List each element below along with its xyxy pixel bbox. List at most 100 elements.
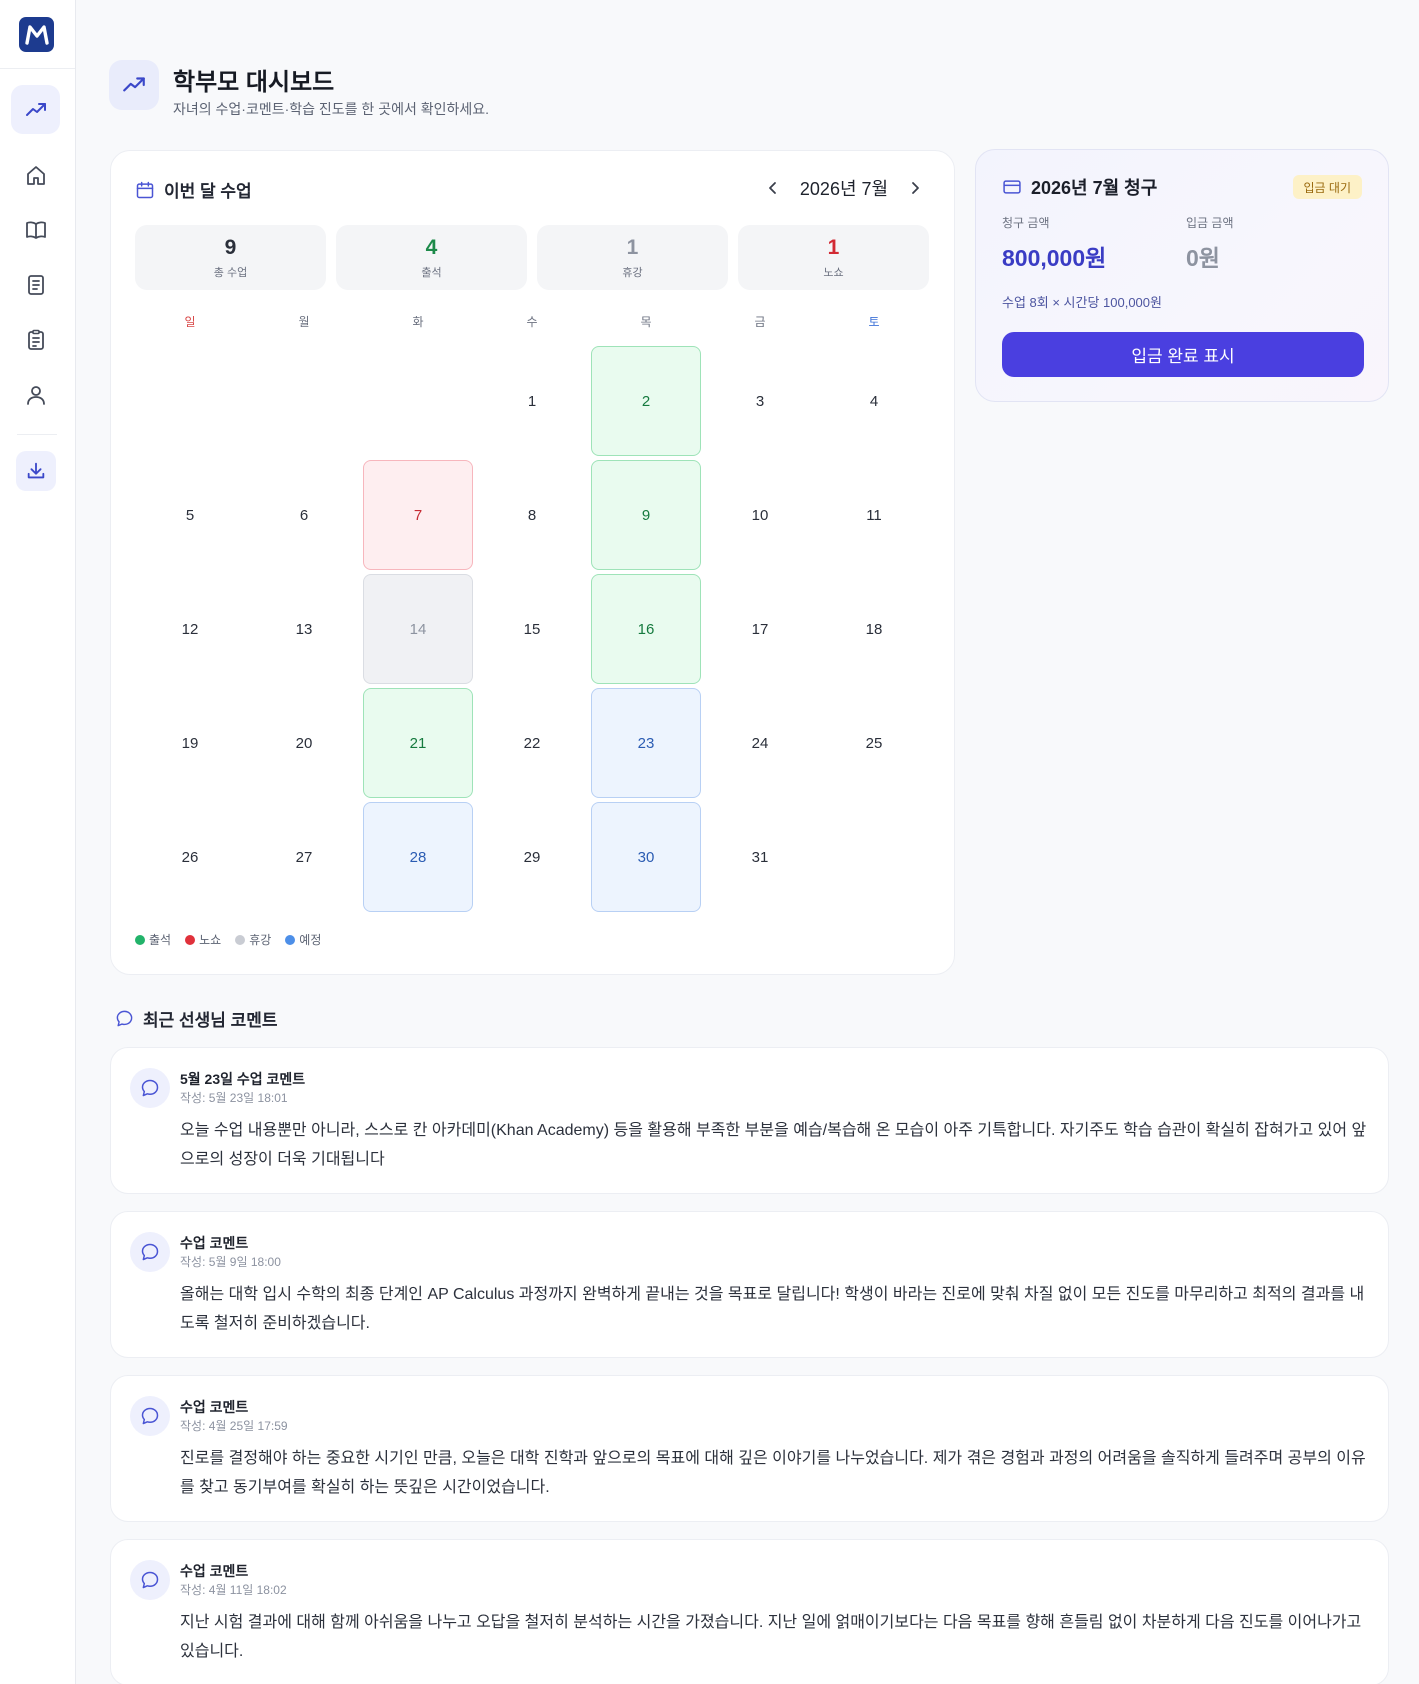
billing-title: 2026년 7월 청구 (1031, 178, 1158, 198)
comment-body: 올해는 대학 입시 수학의 최종 단계인 AP Calculus 과정까지 완벽… (180, 1286, 1365, 1332)
calendar-cell: 7 (361, 458, 475, 572)
billed-amount: 청구 금액 800,000원 (1002, 214, 1106, 273)
calendar-cell: 16 (589, 572, 703, 686)
comment-avatar (130, 1560, 170, 1600)
document-icon (27, 274, 44, 295)
calendar-day: 20 (295, 734, 313, 752)
sidebar-item-dashboard[interactable] (11, 85, 60, 134)
calendar-cell: 21 (361, 686, 475, 800)
calendar-day-noshow[interactable]: 7 (363, 460, 473, 570)
calendar-legend: 출석 노쇼 휴강 예정 (135, 931, 321, 948)
calendar-day-sched[interactable]: 30 (591, 802, 701, 912)
sidebar-item-notes[interactable] (11, 260, 60, 309)
calendar-empty-cell (247, 344, 361, 458)
lesson-stats: 9 총 수업 4 출석 1 휴강 1 노쇼 (135, 225, 929, 290)
comment-title: 5월 23일 수업 코멘트 (180, 1071, 306, 1087)
comment-body: 지난 시험 결과에 대해 함께 아쉬움을 나누고 오답을 철저히 분석하는 시간… (180, 1614, 1362, 1660)
billing-note: 수업 8회 × 시간당 100,000원 (1002, 295, 1162, 310)
calendar-day: 31 (751, 848, 769, 866)
calendar-day-attend[interactable]: 16 (591, 574, 701, 684)
calendar-empty-cell (361, 344, 475, 458)
billed-amount-label: 청구 금액 (1002, 216, 1050, 230)
calendar-cell: 29 (475, 800, 589, 914)
message-icon (141, 1243, 159, 1261)
message-icon (141, 1079, 159, 1097)
comment-meta: 작성: 5월 23일 18:01 (180, 1091, 288, 1105)
calendar-day: 5 (185, 506, 195, 524)
calendar-cell: 14 (361, 572, 475, 686)
chevron-left-icon (769, 182, 776, 194)
sidebar-item-home[interactable] (11, 151, 60, 200)
calendar-day: 4 (869, 392, 879, 410)
sidebar-item-assignments[interactable] (11, 315, 60, 364)
legend-item: 노쇼 (185, 931, 221, 948)
weekday-label: 일 (184, 315, 196, 329)
comments-title: 최근 선생님 코멘트 (143, 1011, 278, 1030)
paid-amount-value: 0원 (1186, 245, 1220, 271)
header-trend-icon-box (109, 60, 159, 110)
weekday-label: 금 (754, 315, 766, 329)
calendar-day: 3 (755, 392, 765, 410)
weekday-label: 화 (412, 315, 424, 329)
stat-label: 출석 (421, 266, 442, 279)
calendar-day-attend[interactable]: 9 (591, 460, 701, 570)
legend-item: 출석 (135, 931, 171, 948)
calendar-cell: 4 (817, 344, 931, 458)
calendar-cell: 24 (703, 686, 817, 800)
calendar-cell: 17 (703, 572, 817, 686)
legend-item: 휴강 (235, 931, 271, 948)
month-label: 2026년 7월 (799, 179, 889, 199)
comment-card: 수업 코멘트작성: 5월 9일 18:00 올해는 대학 입시 수학의 최종 단계… (110, 1211, 1389, 1358)
legend-dot (285, 934, 296, 945)
calendar-day-sched[interactable]: 28 (363, 802, 473, 912)
stat-label: 휴강 (622, 266, 643, 279)
page-subtitle: 자녀의 수업·코멘트·학습 진도를 한 곳에서 확인하세요. (173, 101, 490, 117)
calendar-cell: 26 (133, 800, 247, 914)
calendar-day: 8 (527, 506, 537, 524)
app-logo[interactable] (19, 17, 54, 52)
sidebar-divider (0, 68, 75, 69)
legend-label: 휴강 (249, 933, 272, 947)
calendar-cell: 18 (817, 572, 931, 686)
monthly-lessons-card: 이번 달 수업 2026년 7월 9총 수업 4 출석 1 휴강 1 노쇼 일월화수목금토 … (110, 150, 955, 975)
calendar-cell: 3 (703, 344, 817, 458)
calendar-day: 22 (523, 734, 541, 752)
calendar-cell: 30 (589, 800, 703, 914)
billing-header: 2026년 7월 청구 (1002, 174, 1157, 200)
prev-month-button[interactable] (762, 177, 784, 199)
calendar-day: 11 (866, 506, 882, 524)
stat-label: 노쇼 (823, 266, 844, 279)
calendar-day-sched[interactable]: 23 (591, 688, 701, 798)
calendar-cell: 2 (589, 344, 703, 458)
sidebar-item-profile[interactable] (11, 370, 60, 419)
calendar-day-break[interactable]: 14 (363, 574, 473, 684)
next-month-button[interactable] (904, 177, 926, 199)
calendar-day-attend[interactable]: 2 (591, 346, 701, 456)
calendar-cell: 11 (817, 458, 931, 572)
calendar-day-attend[interactable]: 21 (363, 688, 473, 798)
sidebar-item-lessons[interactable] (11, 205, 60, 254)
comment-meta: 작성: 5월 9일 18:00 (180, 1255, 281, 1269)
calendar-cell: 19 (133, 686, 247, 800)
weekday-label: 토 (868, 315, 880, 329)
comment-title: 수업 코멘트 (180, 1235, 249, 1251)
calendar-day: 15 (523, 620, 541, 638)
mark-paid-button[interactable]: 입금 완료 표시 (1002, 332, 1364, 377)
comments-header: 최근 선생님 코멘트 (115, 1006, 278, 1031)
calendar-cell: 5 (133, 458, 247, 572)
sidebar (0, 0, 76, 1684)
calendar-day: 19 (181, 734, 199, 752)
calendar-cell: 6 (247, 458, 361, 572)
calendar-day: 6 (299, 506, 309, 524)
credit-card-icon (1003, 180, 1021, 194)
calendar-day: 17 (751, 620, 769, 638)
chevron-right-icon (912, 182, 919, 194)
clipboard-icon (27, 329, 44, 350)
download-button[interactable] (16, 451, 56, 491)
calendar-title: 이번 달 수업 (164, 182, 252, 201)
page-title: 학부모 대시보드 (173, 69, 335, 96)
comment-card: 수업 코멘트 작성: 4월 11일 18:02 지난 시험 결과에 대해 함께 아쉬… (110, 1539, 1389, 1684)
stat-box: 9 총 수업 (135, 225, 326, 290)
calendar-cell: 23 (589, 686, 703, 800)
stat-box: 1 휴강 (537, 225, 728, 290)
